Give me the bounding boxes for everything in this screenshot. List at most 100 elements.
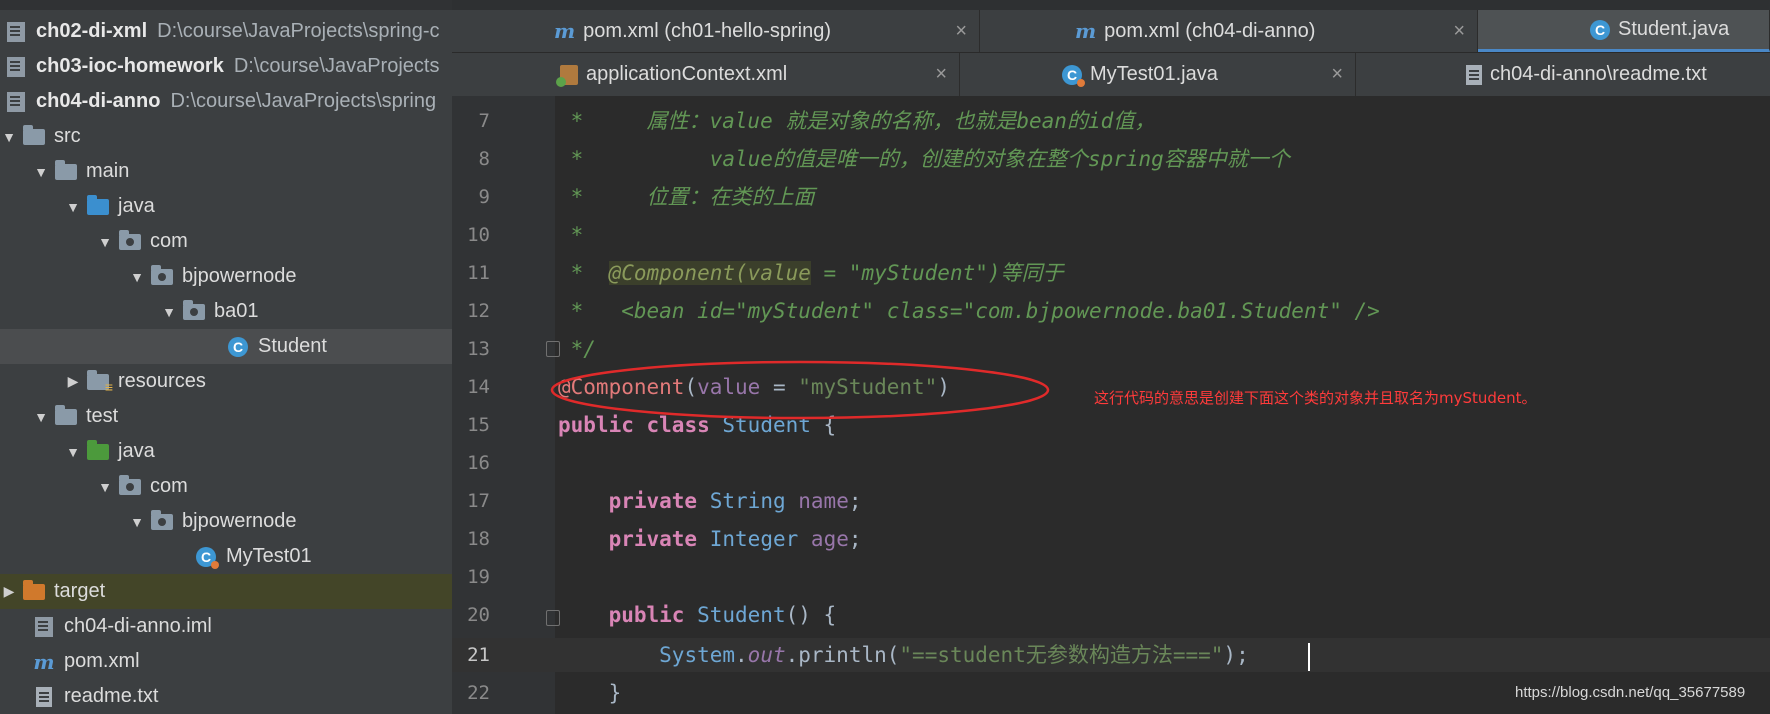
iml-file-icon bbox=[32, 616, 56, 637]
package-icon bbox=[150, 509, 174, 532]
line-number: 22 bbox=[467, 682, 490, 704]
expand-arrow-icon[interactable]: ▼ bbox=[0, 129, 18, 145]
source-folder-icon bbox=[86, 194, 110, 217]
tree-item-mytest01[interactable]: C MyTest01 bbox=[0, 539, 452, 574]
editor-tab-bar-row2: applicationContext.xml × C MyTest01.java… bbox=[452, 53, 1770, 97]
tree-item-path: D:\course\JavaProjects\spring-c bbox=[157, 20, 440, 42]
maven-icon: m bbox=[1075, 19, 1097, 43]
line-number: 15 bbox=[467, 414, 490, 436]
tree-item-src[interactable]: ▼ src bbox=[0, 119, 452, 154]
tab-pom-ch04[interactable]: m pom.xml (ch04-di-anno) × bbox=[980, 10, 1478, 52]
maven-icon: m bbox=[33, 649, 55, 674]
expand-arrow-icon[interactable]: ▼ bbox=[128, 269, 146, 285]
tree-item-student[interactable]: C Student bbox=[0, 329, 452, 364]
line-number: 14 bbox=[467, 376, 490, 398]
close-icon[interactable]: × bbox=[955, 20, 967, 43]
line-number: 13 bbox=[467, 338, 490, 360]
code-line-8: * value的值是唯一的，创建的对象在整个spring容器中就一个 bbox=[558, 147, 1290, 171]
maven-icon: m bbox=[554, 19, 576, 43]
line-number: 12 bbox=[467, 300, 490, 322]
line-number: 11 bbox=[467, 262, 490, 284]
tab-mytest01[interactable]: C MyTest01.java × bbox=[960, 53, 1356, 96]
expand-arrow-icon[interactable]: ▼ bbox=[96, 479, 114, 495]
tree-item-com[interactable]: ▼ com bbox=[0, 224, 452, 259]
expand-arrow-icon[interactable]: ▼ bbox=[128, 514, 146, 530]
tab-label: pom.xml (ch04-di-anno) bbox=[1104, 19, 1316, 42]
tree-item-readme[interactable]: readme.txt bbox=[0, 679, 452, 714]
code-line-9: * 位置：在类的上面 bbox=[558, 185, 815, 209]
tree-item-target[interactable]: ▶ target bbox=[0, 574, 452, 609]
text-caret bbox=[1308, 643, 1310, 671]
tree-item-label: test bbox=[86, 405, 119, 427]
collapse-arrow-icon[interactable]: ▶ bbox=[0, 583, 18, 600]
project-tree-panel: ch02-di-xml D:\course\JavaProjects\sprin… bbox=[0, 0, 452, 714]
tab-readme[interactable]: ch04-di-anno\readme.txt bbox=[1356, 53, 1770, 96]
expand-arrow-icon[interactable]: ▼ bbox=[32, 164, 50, 180]
collapse-arrow-icon[interactable]: ▶ bbox=[64, 373, 82, 390]
tree-item-ch04-di-anno[interactable]: ch04-di-anno D:\course\JavaProjects\spri… bbox=[0, 84, 452, 119]
expand-arrow-icon[interactable]: ▼ bbox=[160, 304, 178, 320]
module-icon bbox=[4, 21, 28, 42]
tree-item-label: resources bbox=[118, 370, 206, 392]
line-number-current: 21 bbox=[467, 644, 490, 666]
class-icon: C bbox=[226, 336, 250, 357]
tree-item-label: ch02-di-xml bbox=[36, 20, 148, 42]
tree-item-label: com bbox=[150, 475, 188, 497]
close-icon[interactable]: × bbox=[1453, 20, 1465, 43]
tree-item-label: ch04-di-anno.iml bbox=[64, 615, 212, 637]
tree-item-label: ch03-ioc-homework bbox=[36, 55, 224, 77]
folder-icon bbox=[22, 124, 46, 147]
tree-item-pom[interactable]: m pom.xml bbox=[0, 644, 452, 679]
tree-item-ch02-di-xml[interactable]: ch02-di-xml D:\course\JavaProjects\sprin… bbox=[0, 14, 452, 49]
tree-item-label: pom.xml bbox=[64, 650, 140, 672]
code-line-11: * @Component(value = "myStudent")等同于 bbox=[558, 261, 1064, 285]
tree-item-label: bjpowernode bbox=[182, 265, 297, 287]
tree-item-com-test[interactable]: ▼ com bbox=[0, 469, 452, 504]
code-line-17: private String name; bbox=[608, 489, 862, 513]
tree-item-label: bjpowernode bbox=[182, 510, 297, 532]
tree-item-label: com bbox=[150, 230, 188, 252]
expand-arrow-icon[interactable]: ▼ bbox=[64, 444, 82, 460]
tab-label: ch04-di-anno\readme.txt bbox=[1490, 63, 1707, 85]
text-file-icon bbox=[32, 686, 56, 707]
test-class-icon: C bbox=[194, 546, 219, 569]
line-number: 20 bbox=[467, 604, 490, 626]
tree-item-label: java bbox=[118, 440, 155, 462]
close-icon[interactable]: × bbox=[935, 63, 947, 86]
code-line-14: @Component(value = "myStudent") bbox=[558, 375, 950, 399]
line-number: 17 bbox=[467, 490, 490, 512]
line-number: 18 bbox=[467, 528, 490, 550]
tree-item-bjpowernode-test[interactable]: ▼ bjpowernode bbox=[0, 504, 452, 539]
tree-item-resources[interactable]: ▶ resources bbox=[0, 364, 452, 399]
tree-item-main[interactable]: ▼ main bbox=[0, 154, 452, 189]
code-line-7: * 属性：value 就是对象的名称，也就是bean的id值， bbox=[558, 109, 1156, 133]
package-icon bbox=[118, 474, 142, 497]
line-number: 16 bbox=[467, 452, 490, 474]
expand-arrow-icon[interactable]: ▼ bbox=[32, 409, 50, 425]
xml-icon bbox=[556, 64, 578, 87]
tree-item-ba01[interactable]: ▼ ba01 bbox=[0, 294, 452, 329]
tree-item-test[interactable]: ▼ test bbox=[0, 399, 452, 434]
tree-item-bjpowernode[interactable]: ▼ bjpowernode bbox=[0, 259, 452, 294]
line-number: 10 bbox=[467, 224, 490, 246]
code-line-22: } bbox=[558, 681, 622, 705]
tree-item-java-main[interactable]: ▼ java bbox=[0, 189, 452, 224]
expand-arrow-icon[interactable]: ▼ bbox=[96, 234, 114, 250]
tree-item-label: ch04-di-anno bbox=[36, 90, 161, 112]
test-class-icon: C bbox=[1062, 64, 1085, 87]
tree-item-iml[interactable]: ch04-di-anno.iml bbox=[0, 609, 452, 644]
window-top-strip bbox=[452, 0, 1770, 10]
text-file-icon bbox=[1466, 64, 1482, 85]
tab-student-java[interactable]: C Student.java bbox=[1478, 10, 1770, 52]
tab-pom-ch01[interactable]: m pom.xml (ch01-hello-spring) × bbox=[452, 10, 980, 52]
tree-item-ch03-ioc-homework[interactable]: ch03-ioc-homework D:\course\JavaProjects bbox=[0, 49, 452, 84]
tab-application-context[interactable]: applicationContext.xml × bbox=[452, 53, 960, 96]
editor-tab-bar-row1: m pom.xml (ch01-hello-spring) × m pom.xm… bbox=[452, 10, 1770, 53]
tree-item-label: Student bbox=[258, 335, 327, 357]
tree-item-label: src bbox=[54, 125, 81, 147]
expand-arrow-icon[interactable]: ▼ bbox=[64, 199, 82, 215]
close-icon[interactable]: × bbox=[1331, 63, 1343, 86]
tree-item-path: D:\course\JavaProjects\spring bbox=[170, 90, 437, 112]
code-line-20: public Student() { bbox=[608, 603, 837, 627]
tree-item-java-test[interactable]: ▼ java bbox=[0, 434, 452, 469]
